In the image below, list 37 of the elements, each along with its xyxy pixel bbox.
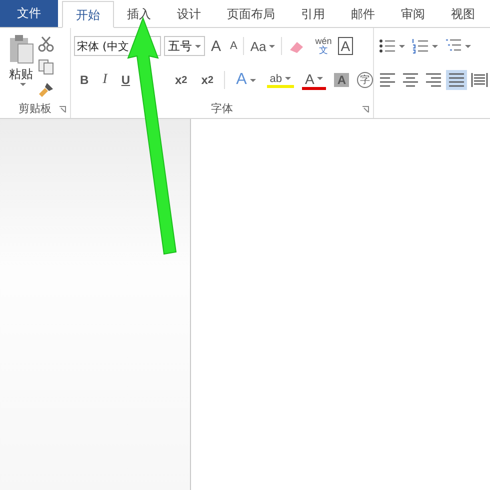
brush-icon[interactable]: [38, 82, 54, 98]
ribbon-tab[interactable]: 插入: [114, 1, 164, 27]
distributed-icon[interactable]: [471, 72, 488, 88]
font-color-button[interactable]: A: [302, 70, 326, 90]
numbered-list-icon[interactable]: [412, 38, 429, 54]
ribbon-tab[interactable]: 开始: [62, 1, 114, 28]
clipboard-icon[interactable]: [8, 34, 34, 64]
paste-button[interactable]: 粘贴: [0, 34, 38, 98]
change-case-button[interactable]: Aa: [247, 38, 278, 54]
bold-button[interactable]: B: [77, 73, 92, 87]
scissors-icon[interactable]: [38, 36, 54, 52]
italic-button[interactable]: I: [100, 72, 110, 88]
file-tab[interactable]: 文件: [0, 0, 58, 27]
ribbon-tab[interactable]: 邮件: [338, 1, 388, 27]
align-center-icon[interactable]: [402, 72, 419, 88]
underline-button[interactable]: U: [118, 73, 134, 87]
group-label: 剪贴板: [18, 100, 52, 116]
ribbon-tab[interactable]: 引用: [288, 1, 338, 27]
group-label: 字体: [211, 100, 233, 116]
align-right-icon[interactable]: [425, 72, 442, 88]
character-border-button[interactable]: A: [338, 37, 354, 55]
justify-icon[interactable]: [448, 72, 465, 88]
phonetic-guide-button[interactable]: wén 文: [312, 37, 335, 55]
ribbon-tab[interactable]: 页面布局: [214, 1, 288, 27]
ribbon-tab[interactable]: 视图: [438, 1, 488, 27]
grow-font-button[interactable]: A: [208, 38, 224, 54]
font-size-field[interactable]: 五号: [164, 36, 205, 56]
enclose-character-button[interactable]: 字: [357, 72, 373, 88]
copy-icon[interactable]: [38, 59, 54, 75]
launcher-icon[interactable]: [362, 106, 369, 113]
ribbon-tab[interactable]: 设计: [164, 1, 214, 27]
ribbon-tab[interactable]: 审阅: [388, 1, 438, 27]
align-left-icon[interactable]: [379, 72, 396, 88]
highlight-button[interactable]: ab: [266, 72, 294, 88]
shrink-font-button[interactable]: A: [227, 40, 240, 52]
launcher-icon[interactable]: [59, 106, 66, 113]
bullet-list-icon[interactable]: [379, 38, 396, 54]
